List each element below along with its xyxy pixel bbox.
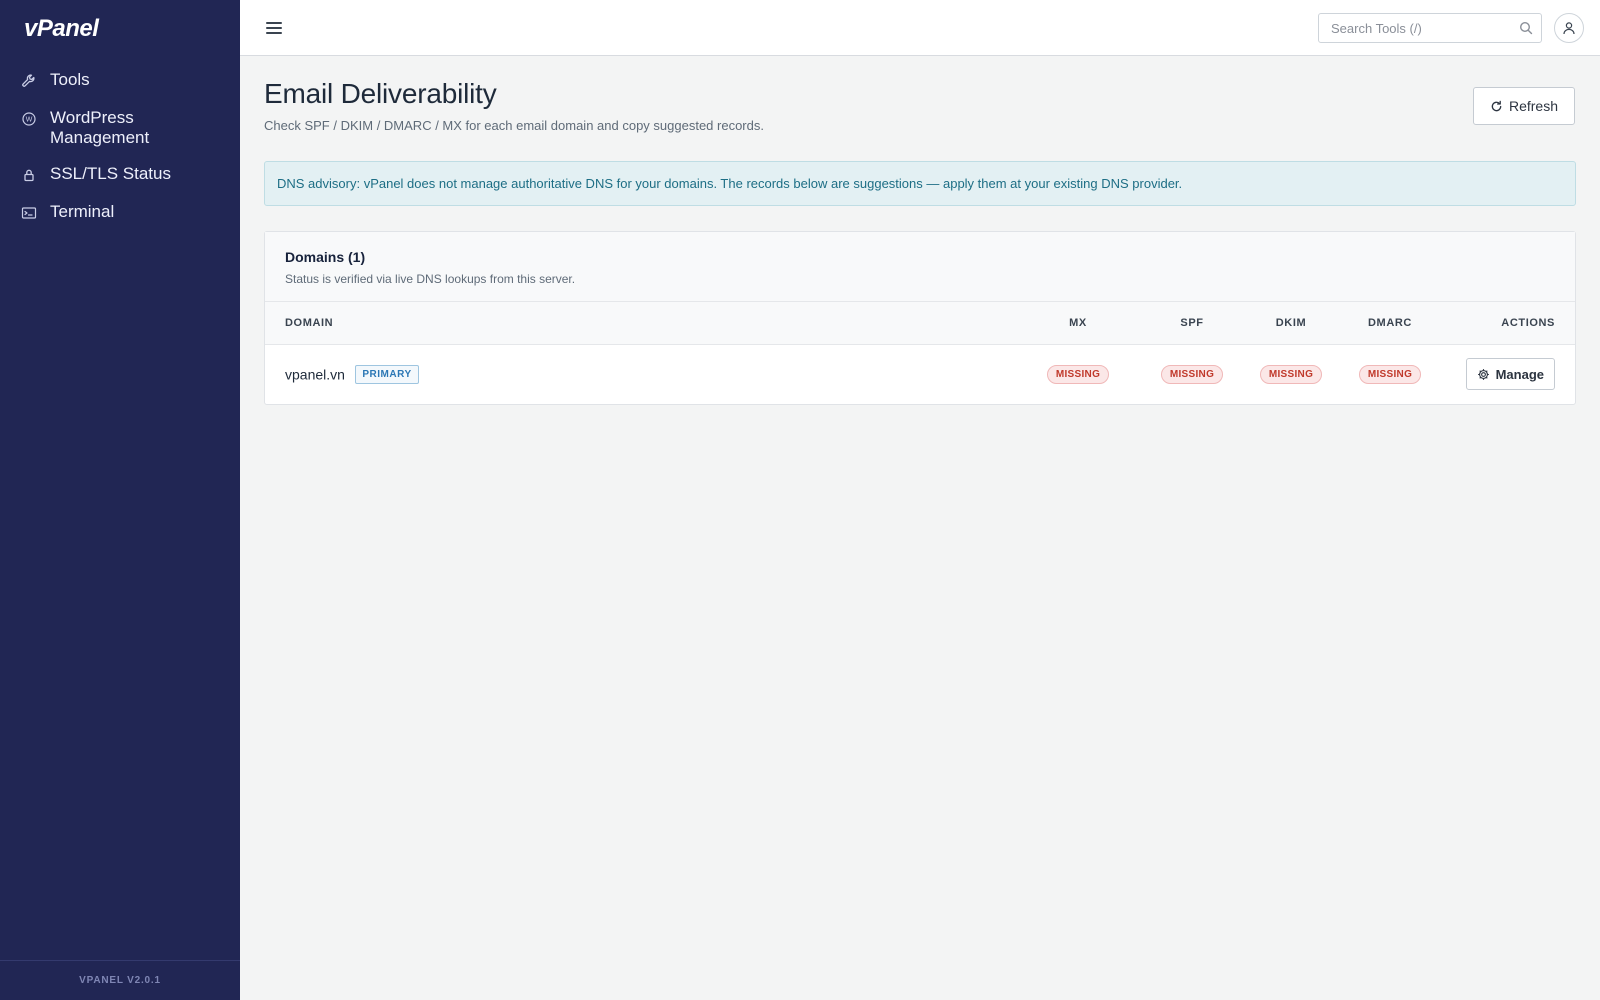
gear-icon bbox=[1477, 368, 1489, 380]
table-row: vpanel.vn PRIMARY MISSING MISSING MISSIN… bbox=[265, 344, 1575, 404]
sidebar-item-ssl[interactable]: SSL/TLS Status bbox=[0, 158, 240, 192]
terminal-icon bbox=[20, 202, 38, 224]
user-icon bbox=[1563, 22, 1575, 35]
svg-text:vPanel: vPanel bbox=[24, 15, 100, 42]
sidebar-item-terminal[interactable]: Terminal bbox=[0, 196, 240, 230]
dns-advisory-alert: DNS advisory: vPanel does not manage aut… bbox=[264, 161, 1576, 206]
dkim-status-badge: MISSING bbox=[1259, 365, 1323, 385]
actions-cell: Manage bbox=[1439, 344, 1575, 404]
page-title: Email Deliverability bbox=[264, 78, 497, 109]
domains-card: Domains (1) Status is verified via live … bbox=[264, 231, 1576, 405]
spf-status-cell: MISSING bbox=[1143, 344, 1241, 404]
dmarc-status-cell: MISSING bbox=[1341, 344, 1439, 404]
topbar bbox=[240, 0, 1600, 56]
card-header: Domains (1) Status is verified via live … bbox=[265, 232, 1575, 302]
vpanel-logo[interactable]: vPanel bbox=[24, 14, 120, 44]
column-header-mx[interactable]: MX bbox=[1013, 302, 1143, 344]
mx-status-badge: MISSING bbox=[1046, 365, 1110, 385]
primary-badge: PRIMARY bbox=[355, 364, 419, 384]
hamburger-menu-icon[interactable] bbox=[264, 18, 284, 38]
card-description: Status is verified via live DNS lookups … bbox=[285, 272, 576, 286]
sidebar-item-label: SSL/TLS Status bbox=[50, 164, 171, 183]
search-box bbox=[1318, 13, 1542, 43]
refresh-button[interactable]: Refresh bbox=[1473, 87, 1575, 125]
sidebar-item-tools[interactable]: Tools bbox=[0, 64, 240, 98]
sidebar-item-label: Tools bbox=[50, 70, 90, 89]
sidebar-nav: Tools W WordPress Management SSL/TLS Sta… bbox=[0, 64, 240, 234]
search-icon[interactable] bbox=[1519, 21, 1533, 35]
table-header-row: DOMAIN MX SPF DKIM DMARC ACTIONS bbox=[265, 302, 1575, 344]
lock-icon bbox=[20, 164, 38, 186]
page-subtitle: Check SPF / DKIM / DMARC / MX for each e… bbox=[264, 118, 764, 133]
domain-name: vpanel.vn bbox=[285, 366, 345, 383]
column-header-dmarc[interactable]: DMARC bbox=[1341, 302, 1439, 344]
svg-text:W: W bbox=[26, 117, 33, 124]
wordpress-icon: W bbox=[20, 108, 38, 130]
spf-status-badge: MISSING bbox=[1160, 365, 1224, 385]
column-header-actions: ACTIONS bbox=[1501, 316, 1555, 329]
user-avatar-button[interactable] bbox=[1554, 13, 1584, 43]
dmarc-status-badge: MISSING bbox=[1358, 365, 1422, 385]
card-title: Domains (1) bbox=[285, 249, 366, 265]
sidebar-item-label: WordPress Management bbox=[50, 108, 150, 147]
column-header-spf[interactable]: SPF bbox=[1143, 302, 1241, 344]
sidebar: vPanel Tools W WordPress Management SSL/… bbox=[0, 0, 240, 1000]
manage-button[interactable]: Manage bbox=[1465, 358, 1555, 391]
domains-table: DOMAIN MX SPF DKIM DMARC ACTIONS vpanel.… bbox=[265, 302, 1575, 404]
dkim-status-cell: MISSING bbox=[1241, 344, 1341, 404]
column-header-domain[interactable]: DOMAIN bbox=[265, 302, 1013, 344]
mx-status-cell: MISSING bbox=[1013, 344, 1143, 404]
manage-label: Manage bbox=[1495, 366, 1544, 382]
refresh-label: Refresh bbox=[1508, 98, 1559, 114]
column-header-dkim[interactable]: DKIM bbox=[1241, 302, 1341, 344]
sidebar-item-label: Terminal bbox=[50, 202, 115, 221]
search-input[interactable] bbox=[1319, 14, 1499, 42]
sidebar-item-wordpress[interactable]: W WordPress Management bbox=[0, 102, 240, 154]
domain-cell: vpanel.vn PRIMARY bbox=[265, 344, 1013, 404]
refresh-icon bbox=[1491, 100, 1502, 111]
wrench-icon bbox=[20, 70, 38, 92]
version-label: VPANEL V2.0.1 bbox=[0, 960, 240, 1000]
